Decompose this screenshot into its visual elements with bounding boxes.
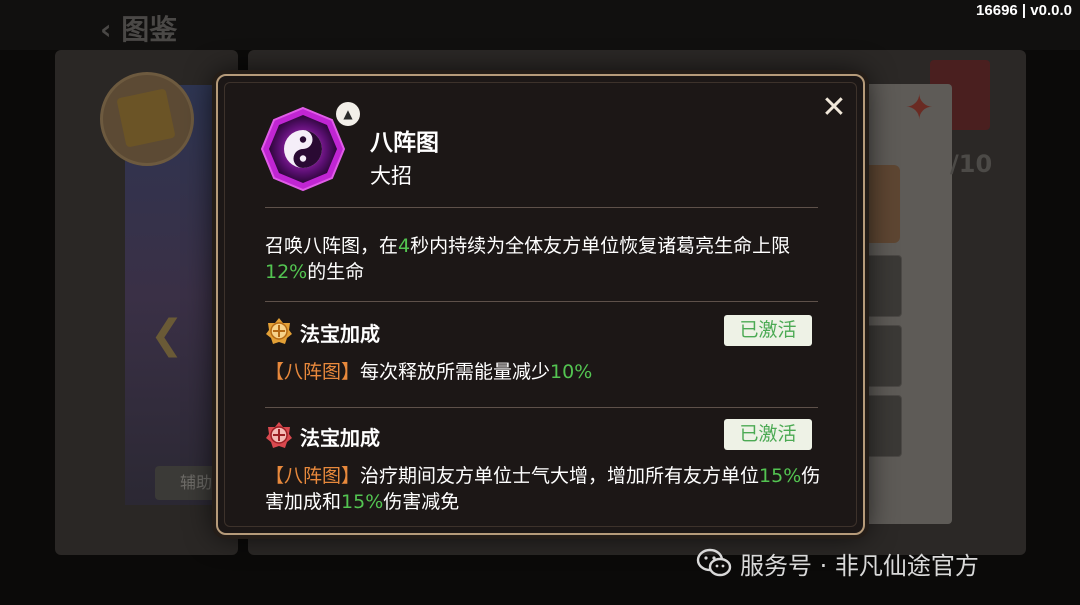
skill-type: 大招	[370, 164, 412, 188]
skill-detail-modal: ✕ ▲ 八阵图 大招 召唤八阵图，在4秒内持续为全体友方单位恢复诸葛亮生命上限1…	[216, 74, 865, 535]
divider	[265, 207, 818, 208]
codex-book-icon[interactable]	[100, 72, 194, 166]
back-button[interactable]: ‹ 图鉴	[100, 8, 177, 48]
status-badge: 已激活	[724, 315, 812, 346]
skill-name: 八阵图	[370, 130, 439, 156]
bonus-description: 【八阵图】每次释放所需能量减少10%	[265, 361, 593, 383]
page-title: 图鉴	[121, 13, 178, 46]
yin-yang-skill-icon	[260, 106, 346, 192]
bonus-title: 法宝加成	[300, 322, 380, 346]
skill-description: 召唤八阵图，在4秒内持续为全体友方单位恢复诸葛亮生命上限12%的生命	[265, 235, 791, 283]
bonus-title: 法宝加成	[300, 426, 380, 450]
divider	[265, 301, 818, 302]
treasure-gold-icon	[266, 318, 292, 344]
star-icon: ✦	[905, 88, 934, 128]
treasure-red-icon	[266, 422, 292, 448]
prev-arrow-icon[interactable]: ❮	[150, 312, 184, 358]
page-ratio: /10	[950, 150, 993, 178]
collapse-toggle-icon[interactable]: ▲	[336, 102, 360, 126]
divider	[265, 407, 818, 408]
wechat-watermark: 服务号 · 非凡仙途官方	[696, 545, 979, 581]
status-badge: 已激活	[724, 419, 812, 450]
close-icon[interactable]: ✕	[816, 90, 852, 126]
wechat-icon	[696, 548, 732, 577]
bonus-description: 【八阵图】治疗期间友方单位士气大增，增加所有友方单位15%伤害加成和15%伤害减…	[265, 465, 821, 513]
back-arrow-icon: ‹	[100, 13, 122, 46]
version-label: 16696 | v0.0.0	[976, 2, 1072, 19]
watermark-text: 服务号 · 非凡仙途官方	[740, 551, 979, 580]
